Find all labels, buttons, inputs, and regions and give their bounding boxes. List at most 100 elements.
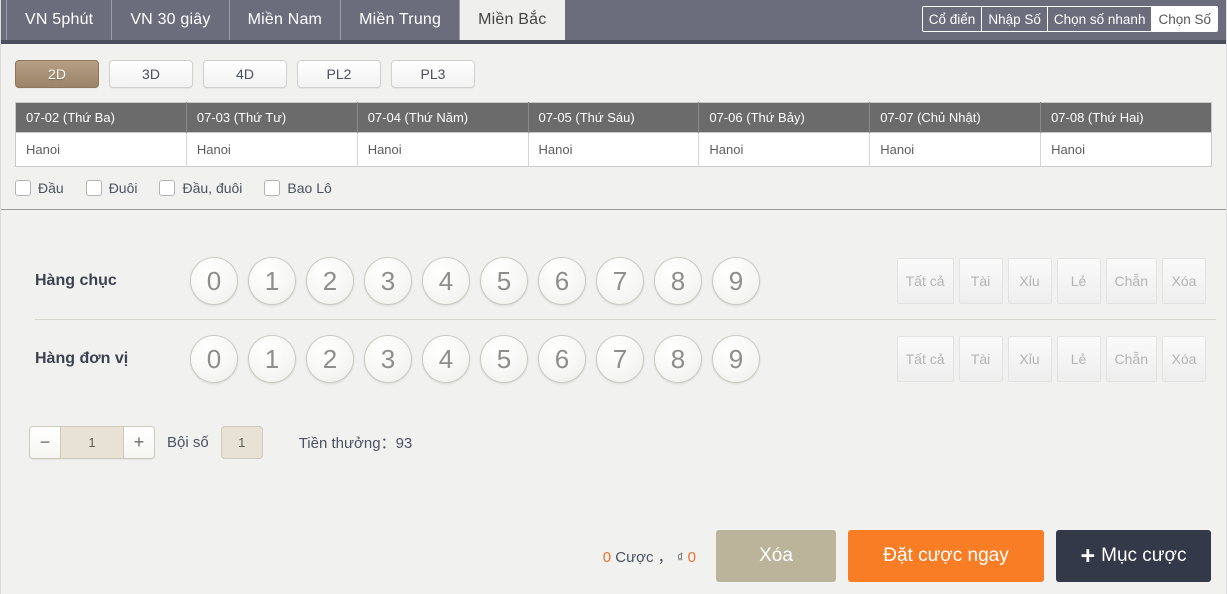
number-ball-4[interactable]: 4 [422, 335, 470, 383]
increment-icon[interactable]: + [124, 427, 154, 458]
decrement-icon[interactable]: − [30, 427, 60, 458]
number-ball-8[interactable]: 8 [654, 335, 702, 383]
number-ball-1[interactable]: 1 [248, 335, 296, 383]
tab-vn-5phut[interactable]: VN 5phút [6, 0, 113, 40]
playtype-pl2[interactable]: PL2 [297, 60, 381, 88]
prize-value: 93 [395, 435, 413, 452]
quick-clear[interactable]: Xóa [1162, 258, 1206, 304]
checkbox-dau[interactable]: Đầu [15, 180, 64, 196]
checkbox-box-icon[interactable] [15, 180, 31, 196]
betting-panel: VN 5phút VN 30 giây Miền Nam Miền Trung … [0, 0, 1227, 594]
quick-tai[interactable]: Tài [958, 336, 1003, 382]
number-ball-6[interactable]: 6 [538, 335, 586, 383]
tab-mien-bac[interactable]: Miền Bắc [460, 0, 566, 40]
quick-xiu[interactable]: Xỉu [1007, 258, 1052, 304]
checkbox-bao-lo[interactable]: Bao Lô [264, 180, 332, 196]
playtype-label: PL3 [420, 66, 446, 82]
number-ball-1[interactable]: 1 [248, 257, 296, 305]
quick-xiu[interactable]: Xỉu [1007, 336, 1052, 382]
plus-icon: + [1080, 541, 1096, 570]
mode-label: Chọn Số [1158, 11, 1211, 27]
tab-mien-trung[interactable]: Miền Trung [341, 0, 461, 40]
schedule-header-cell: 07-02 (Thứ Ba) [15, 102, 187, 133]
clear-button[interactable]: Xóa [716, 530, 836, 582]
schedule-header-cell: 07-05 (Thứ Sáu) [528, 102, 700, 133]
quick-le[interactable]: Lẻ [1056, 258, 1101, 304]
bet-cart-label: Mục cược [1101, 545, 1187, 566]
number-ball-4[interactable]: 4 [422, 257, 470, 305]
multiplier-stepper: − 1 + [29, 426, 155, 459]
quick-chan[interactable]: Chẵn [1105, 336, 1157, 382]
number-ball-2[interactable]: 2 [306, 257, 354, 305]
number-ball-8[interactable]: 8 [654, 257, 702, 305]
number-ball-9[interactable]: 9 [712, 257, 760, 305]
checkbox-box-icon[interactable] [159, 180, 176, 196]
quick-all[interactable]: Tất cả [896, 336, 954, 382]
schedule-cell: Hanoi [528, 132, 700, 167]
playtype-group: 2D 3D 4D PL2 PL3 [1, 44, 1226, 102]
mode-label: Cổ điển [928, 11, 976, 27]
tab-vn-30giay[interactable]: VN 30 giây [112, 0, 230, 40]
pick-row-label: Hàng đơn vị [35, 350, 129, 367]
number-ball-0[interactable]: 0 [190, 257, 238, 305]
schedule-header-cell: 07-04 (Thứ Năm) [357, 102, 529, 133]
checkbox-box-icon[interactable] [85, 180, 102, 196]
number-ball-3[interactable]: 3 [364, 257, 412, 305]
bet-option-checkboxes: Đầu Đuôi Đầu, đuôi Bao Lô [1, 167, 1226, 210]
playtype-3d[interactable]: 3D [109, 60, 193, 88]
mode-chon-so[interactable]: Chọn Số [1152, 7, 1217, 31]
tab-label: Miền Nam [247, 11, 323, 28]
number-ball-7[interactable]: 7 [596, 257, 644, 305]
multiplier-preset-1[interactable]: 1 [220, 426, 263, 459]
number-ball-9[interactable]: 9 [712, 335, 760, 383]
playtype-pl3[interactable]: PL3 [391, 60, 475, 88]
number-ball-0[interactable]: 0 [190, 335, 238, 383]
prize-info: Tiền thưởng：93 [299, 432, 413, 453]
quick-all[interactable]: Tất cả [896, 258, 954, 304]
schedule-cell: Hanoi [186, 132, 358, 167]
checkbox-duoi[interactable]: Đuôi [85, 180, 137, 196]
playtype-2d[interactable]: 2D [15, 60, 99, 88]
playtype-label: 3D [142, 66, 160, 82]
number-ball-3[interactable]: 3 [364, 335, 412, 383]
footer-actions: 0 Cược ， ₫ 0 Xóa Đặt cược ngay + Mục cượ… [603, 530, 1211, 582]
mode-label: Nhập Số [988, 11, 1041, 27]
place-bet-button[interactable]: Đặt cược ngay [848, 530, 1044, 582]
playtype-label: 2D [48, 66, 66, 82]
number-ball-2[interactable]: 2 [306, 335, 354, 383]
schedule-cell: Hanoi [869, 132, 1042, 167]
tab-label: Miền Bắc [478, 11, 547, 28]
number-balls-units: 0 1 2 3 4 5 6 7 8 9 [190, 335, 760, 383]
mode-nhap-so[interactable]: Nhập Số [982, 7, 1048, 31]
bet-cart-button[interactable]: + Mục cược [1056, 530, 1211, 582]
tab-label: VN 30 giây [130, 11, 211, 28]
checkbox-label: Đầu [38, 180, 64, 196]
bet-count: 0 [602, 548, 612, 566]
quick-chan[interactable]: Chẵn [1105, 258, 1157, 304]
playtype-label: PL2 [326, 66, 352, 82]
header-spacer [565, 0, 921, 40]
input-mode-group: Cổ điển Nhập Số Chọn số nhanh Chọn Số [921, 6, 1218, 32]
draw-schedule-table: 07-02 (Thứ Ba) 07-03 (Thứ Tư) 07-04 (Thứ… [15, 102, 1212, 167]
quick-le[interactable]: Lẻ [1056, 336, 1101, 382]
tab-mien-nam[interactable]: Miền Nam [230, 0, 342, 40]
mode-co-dien[interactable]: Cổ điển [923, 7, 983, 31]
table-row: Hanoi Hanoi Hanoi Hanoi Hanoi Hanoi Hano… [15, 132, 1212, 167]
multiplier-input[interactable]: 1 [60, 427, 124, 458]
bet-amount: 0 [687, 548, 696, 566]
number-ball-5[interactable]: 5 [480, 335, 528, 383]
playtype-4d[interactable]: 4D [203, 60, 287, 88]
number-ball-7[interactable]: 7 [596, 335, 644, 383]
schedule-header-cell: 07-03 (Thứ Tư) [186, 102, 358, 133]
number-ball-5[interactable]: 5 [480, 257, 528, 305]
checkbox-box-icon[interactable] [264, 180, 281, 196]
number-ball-6[interactable]: 6 [538, 257, 586, 305]
number-picker-area: Hàng chục 0 1 2 3 4 5 6 7 8 9 Tất cả Tài… [1, 210, 1226, 398]
quick-clear[interactable]: Xóa [1162, 336, 1206, 382]
quick-tai[interactable]: Tài [958, 258, 1003, 304]
quick-select-units: Tất cả Tài Xỉu Lẻ Chẵn Xóa [896, 336, 1206, 382]
checkbox-dau-duoi[interactable]: Đầu, đuôi [159, 180, 242, 196]
number-balls-tens: 0 1 2 3 4 5 6 7 8 9 [190, 257, 760, 305]
schedule-cell: Hanoi [15, 132, 187, 167]
mode-chon-so-nhanh[interactable]: Chọn số nhanh [1048, 7, 1153, 31]
